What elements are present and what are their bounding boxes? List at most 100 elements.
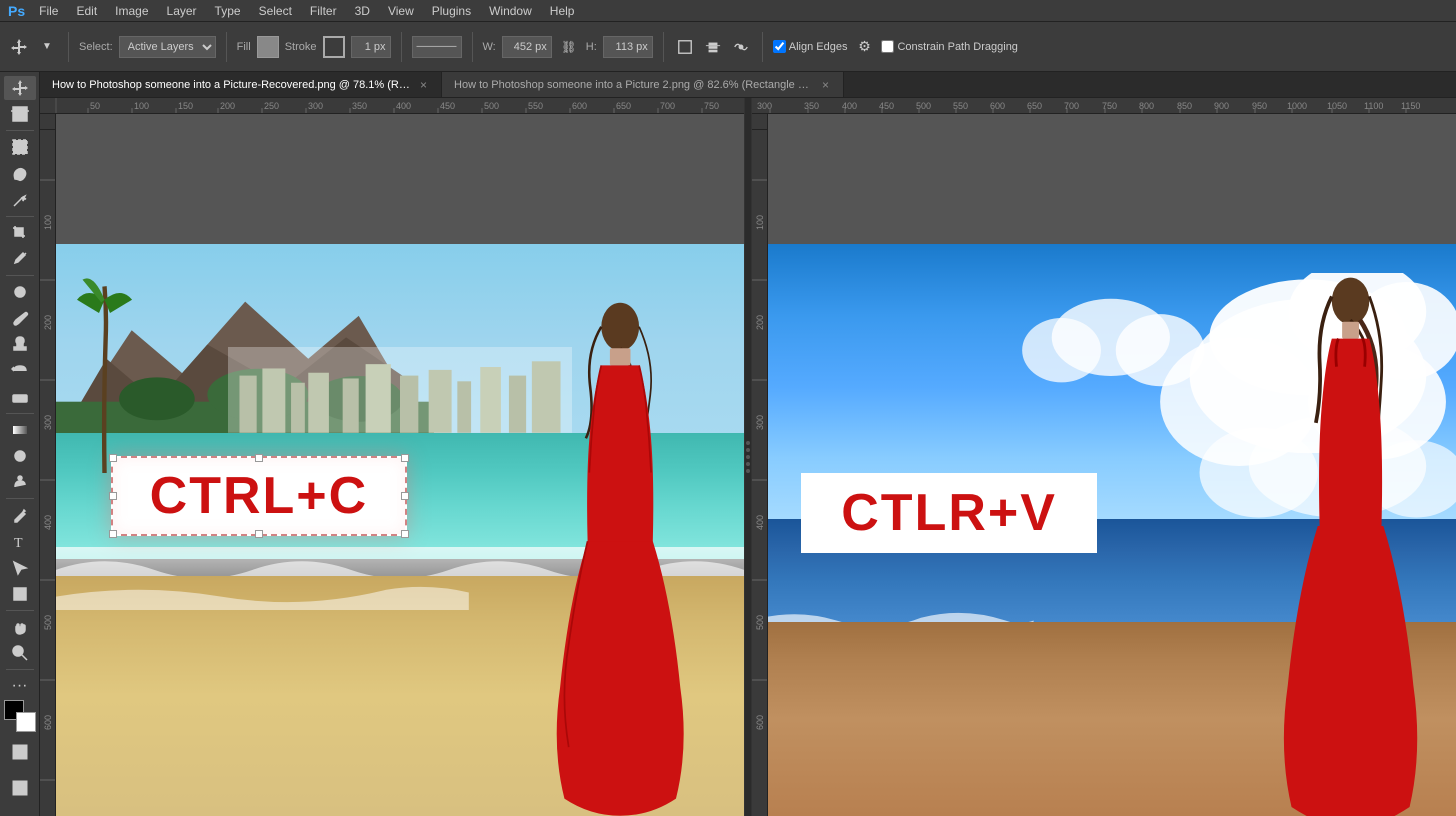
handle-tr[interactable] (401, 454, 409, 462)
stroke-style-selector[interactable]: ———— (412, 36, 462, 58)
magic-wand-tool[interactable] (4, 188, 36, 212)
ruler-horizontal-left: 50 100 150 200 250 300 350 (40, 98, 744, 114)
menu-select[interactable]: Select (251, 2, 300, 20)
pen-tool[interactable] (4, 503, 36, 527)
ctrl-v-box[interactable]: CTLR+V (801, 473, 1097, 553)
svg-text:750: 750 (1102, 101, 1117, 111)
spot-healing-tool[interactable] (4, 280, 36, 304)
height-input[interactable]: 113 px (603, 36, 653, 58)
menu-edit[interactable]: Edit (68, 2, 105, 20)
eyedropper-tool[interactable] (4, 247, 36, 271)
select-dropdown[interactable]: Active Layers (119, 36, 216, 58)
handle-bl[interactable] (109, 530, 117, 538)
zoom-tool[interactable] (4, 641, 36, 665)
quick-mask-mode[interactable] (4, 736, 36, 768)
svg-text:400: 400 (842, 101, 857, 111)
tools-separator-3 (6, 275, 34, 276)
handle-lm[interactable] (109, 492, 117, 500)
tools-separator-1 (6, 130, 34, 131)
menu-type[interactable]: Type (207, 2, 249, 20)
ctrl-c-box[interactable]: CTRL+C (111, 456, 407, 536)
svg-text:650: 650 (616, 101, 631, 111)
link-dimensions-icon[interactable]: ⛓ (558, 36, 580, 58)
tool-options-icon[interactable]: ▼ (36, 36, 58, 58)
menu-layer[interactable]: Layer (159, 2, 205, 20)
svg-text:400: 400 (755, 515, 765, 530)
screen-mode[interactable] (4, 772, 36, 804)
svg-text:600: 600 (990, 101, 1005, 111)
constrain-path-checkbox-label[interactable]: Constrain Path Dragging (881, 40, 1017, 53)
type-tool[interactable]: T (4, 529, 36, 553)
select-label: Select: (79, 41, 113, 53)
path-alignment-icon[interactable] (702, 36, 724, 58)
eraser-tool[interactable] (4, 385, 36, 409)
history-brush-tool[interactable] (4, 358, 36, 382)
align-edges-checkbox[interactable] (773, 40, 786, 53)
hand-tool[interactable] (4, 615, 36, 639)
ruler-horizontal-right: 300 350 400 450 500 550 600 (752, 98, 1456, 114)
svg-text:550: 550 (528, 101, 543, 111)
handle-br[interactable] (401, 530, 409, 538)
svg-text:900: 900 (1214, 101, 1229, 111)
svg-text:50: 50 (90, 101, 100, 111)
menu-help[interactable]: Help (542, 2, 583, 20)
marquee-tool[interactable] (4, 135, 36, 159)
svg-text:450: 450 (440, 101, 455, 111)
dodge-tool[interactable] (4, 470, 36, 494)
path-selection-tool[interactable] (4, 555, 36, 579)
height-label: H: (586, 41, 597, 53)
canvas-viewport-left[interactable]: CTRL+C (56, 114, 744, 816)
shape-tool[interactable] (4, 582, 36, 606)
tab2-close[interactable]: × (820, 78, 831, 92)
tab1-close[interactable]: × (418, 78, 429, 92)
stroke-color-swatch[interactable] (323, 36, 345, 58)
svg-text:250: 250 (264, 101, 279, 111)
tab-doc1[interactable]: How to Photoshop someone into a Picture-… (40, 72, 442, 97)
warp-icon[interactable] (730, 36, 752, 58)
tab-doc2[interactable]: How to Photoshop someone into a Picture … (442, 72, 844, 97)
stamp-tool[interactable] (4, 332, 36, 356)
dot-4 (746, 462, 750, 466)
ruler-h-svg-right: 300 350 400 450 500 550 600 (752, 98, 1456, 113)
handle-rm[interactable] (401, 492, 409, 500)
menu-file[interactable]: File (31, 2, 66, 20)
menu-view[interactable]: View (380, 2, 422, 20)
menu-image[interactable]: Image (107, 2, 156, 20)
doc-separator[interactable] (744, 98, 752, 816)
svg-text:1100: 1100 (1364, 101, 1383, 111)
path-operations-icon[interactable] (674, 36, 696, 58)
ctrl-c-text: CTRL+C (129, 466, 389, 526)
handle-tm[interactable] (255, 454, 263, 462)
dot-1 (746, 441, 750, 445)
background-color[interactable] (16, 712, 36, 732)
divider-4 (472, 32, 473, 62)
canvas-viewport-right[interactable]: CTLR+V (752, 114, 1456, 816)
menu-filter[interactable]: Filter (302, 2, 345, 20)
align-edges-checkbox-label[interactable]: Align Edges (773, 40, 848, 53)
menu-plugins[interactable]: Plugins (424, 2, 479, 20)
blur-tool[interactable] (4, 444, 36, 468)
width-input[interactable]: 452 px (502, 36, 552, 58)
tools-panel: T ··· (0, 72, 40, 816)
brush-tool[interactable] (4, 306, 36, 330)
settings-icon[interactable]: ⚙ (853, 36, 875, 58)
tools-separator-6 (6, 610, 34, 611)
gradient-tool[interactable] (4, 418, 36, 442)
stroke-label: Stroke (285, 41, 317, 53)
lasso-tool[interactable] (4, 161, 36, 185)
menu-window[interactable]: Window (481, 2, 540, 20)
crop-tool[interactable] (4, 221, 36, 245)
fill-color-swatch[interactable] (257, 36, 279, 58)
tab2-label: How to Photoshop someone into a Picture … (454, 79, 814, 91)
menu-3d[interactable]: 3D (347, 2, 378, 20)
stroke-width-input[interactable]: 1 px (351, 36, 391, 58)
artboard-tool[interactable] (4, 102, 36, 126)
doc-pane-left: 50 100 150 200 250 300 350 (40, 98, 744, 816)
woman-right (1252, 273, 1449, 816)
move-tool[interactable] (4, 76, 36, 100)
handle-bm[interactable] (255, 530, 263, 538)
more-tools[interactable]: ··· (4, 674, 36, 698)
move-tool-icon[interactable] (8, 36, 30, 58)
constrain-path-checkbox[interactable] (881, 40, 894, 53)
svg-text:550: 550 (953, 101, 968, 111)
